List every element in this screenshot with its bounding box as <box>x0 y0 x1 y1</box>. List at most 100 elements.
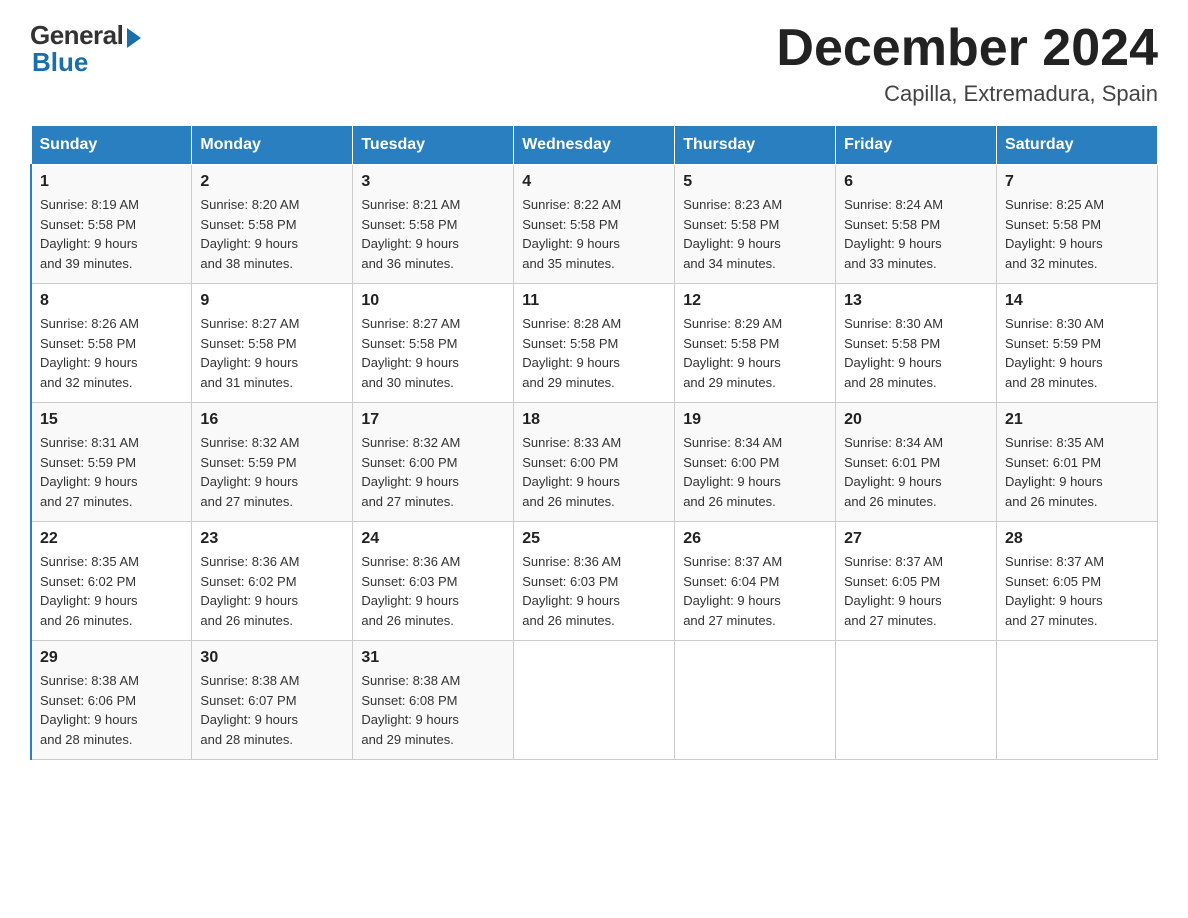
day-number: 19 <box>683 411 827 429</box>
day-number: 23 <box>200 530 344 548</box>
day-number: 29 <box>40 649 183 667</box>
day-number: 24 <box>361 530 505 548</box>
calendar-cell: 15 Sunrise: 8:31 AMSunset: 5:59 PMDayligh… <box>31 403 192 522</box>
logo-triangle-icon <box>127 28 141 48</box>
calendar-cell: 9 Sunrise: 8:27 AMSunset: 5:58 PMDaylight… <box>192 284 353 403</box>
day-info: Sunrise: 8:27 AMSunset: 5:58 PMDaylight:… <box>361 314 505 392</box>
day-info: Sunrise: 8:34 AMSunset: 6:00 PMDaylight:… <box>683 433 827 511</box>
day-number: 7 <box>1005 173 1149 191</box>
day-info: Sunrise: 8:32 AMSunset: 5:59 PMDaylight:… <box>200 433 344 511</box>
day-number: 25 <box>522 530 666 548</box>
day-info: Sunrise: 8:30 AMSunset: 5:58 PMDaylight:… <box>844 314 988 392</box>
month-year-title: December 2024 <box>776 20 1158 77</box>
calendar-cell: 7 Sunrise: 8:25 AMSunset: 5:58 PMDaylight… <box>997 165 1158 284</box>
day-info: Sunrise: 8:24 AMSunset: 5:58 PMDaylight:… <box>844 195 988 273</box>
day-number: 30 <box>200 649 344 667</box>
calendar-cell: 6Sunrise: 8:24 AMSunset: 5:58 PMDaylight… <box>836 165 997 284</box>
logo-blue-text: Blue <box>32 47 88 78</box>
day-number: 5 <box>683 173 827 191</box>
day-number: 3 <box>361 173 505 191</box>
day-info: Sunrise: 8:35 AMSunset: 6:01 PMDaylight:… <box>1005 433 1149 511</box>
calendar-cell <box>514 641 675 760</box>
day-info: Sunrise: 8:31 AMSunset: 5:59 PMDaylight:… <box>40 433 183 511</box>
day-number: 16 <box>200 411 344 429</box>
day-number: 22 <box>40 530 183 548</box>
calendar-cell <box>997 641 1158 760</box>
calendar-cell: 30 Sunrise: 8:38 AMSunset: 6:07 PMDayligh… <box>192 641 353 760</box>
week-row-3: 15 Sunrise: 8:31 AMSunset: 5:59 PMDayligh… <box>31 403 1158 522</box>
day-info: Sunrise: 8:38 AMSunset: 6:07 PMDaylight:… <box>200 671 344 749</box>
calendar-cell: 19 Sunrise: 8:34 AMSunset: 6:00 PMDayligh… <box>675 403 836 522</box>
calendar-cell: 25 Sunrise: 8:36 AMSunset: 6:03 PMDayligh… <box>514 522 675 641</box>
day-info: Sunrise: 8:33 AMSunset: 6:00 PMDaylight:… <box>522 433 666 511</box>
day-info: Sunrise: 8:21 AMSunset: 5:58 PMDaylight:… <box>361 195 505 273</box>
calendar-cell <box>675 641 836 760</box>
day-number: 15 <box>40 411 183 429</box>
calendar-cell: 11 Sunrise: 8:28 AMSunset: 5:58 PMDayligh… <box>514 284 675 403</box>
day-number: 4 <box>522 173 666 191</box>
calendar-cell: 8 Sunrise: 8:26 AMSunset: 5:58 PMDaylight… <box>31 284 192 403</box>
day-number: 26 <box>683 530 827 548</box>
calendar-cell: 29 Sunrise: 8:38 AMSunset: 6:06 PMDayligh… <box>31 641 192 760</box>
calendar-cell: 4 Sunrise: 8:22 AMSunset: 5:58 PMDaylight… <box>514 165 675 284</box>
location-subtitle: Capilla, Extremadura, Spain <box>776 81 1158 107</box>
calendar-cell <box>836 641 997 760</box>
calendar-cell: 13 Sunrise: 8:30 AMSunset: 5:58 PMDayligh… <box>836 284 997 403</box>
day-number: 13 <box>844 292 988 310</box>
day-info: Sunrise: 8:30 AMSunset: 5:59 PMDaylight:… <box>1005 314 1149 392</box>
day-info: Sunrise: 8:38 AMSunset: 6:08 PMDaylight:… <box>361 671 505 749</box>
calendar-table: SundayMondayTuesdayWednesdayThursdayFrid… <box>30 125 1158 760</box>
day-info: Sunrise: 8:27 AMSunset: 5:58 PMDaylight:… <box>200 314 344 392</box>
day-number: 27 <box>844 530 988 548</box>
calendar-cell: 24 Sunrise: 8:36 AMSunset: 6:03 PMDayligh… <box>353 522 514 641</box>
day-info: Sunrise: 8:37 AMSunset: 6:04 PMDaylight:… <box>683 552 827 630</box>
day-number: 10 <box>361 292 505 310</box>
day-number: 20 <box>844 411 988 429</box>
day-info: Sunrise: 8:37 AMSunset: 6:05 PMDaylight:… <box>844 552 988 630</box>
day-number: 14 <box>1005 292 1149 310</box>
day-number: 21 <box>1005 411 1149 429</box>
day-info: Sunrise: 8:36 AMSunset: 6:03 PMDaylight:… <box>522 552 666 630</box>
day-info: Sunrise: 8:25 AMSunset: 5:58 PMDaylight:… <box>1005 195 1149 273</box>
day-info: Sunrise: 8:23 AMSunset: 5:58 PMDaylight:… <box>683 195 827 273</box>
day-info: Sunrise: 8:22 AMSunset: 5:58 PMDaylight:… <box>522 195 666 273</box>
calendar-cell: 1Sunrise: 8:19 AMSunset: 5:58 PMDaylight… <box>31 165 192 284</box>
day-number: 31 <box>361 649 505 667</box>
calendar-cell: 12 Sunrise: 8:29 AMSunset: 5:58 PMDayligh… <box>675 284 836 403</box>
day-number: 12 <box>683 292 827 310</box>
calendar-cell: 14 Sunrise: 8:30 AMSunset: 5:59 PMDayligh… <box>997 284 1158 403</box>
day-info: Sunrise: 8:35 AMSunset: 6:02 PMDaylight:… <box>40 552 183 630</box>
calendar-cell: 17 Sunrise: 8:32 AMSunset: 6:00 PMDayligh… <box>353 403 514 522</box>
calendar-cell: 28Sunrise: 8:37 AMSunset: 6:05 PMDayligh… <box>997 522 1158 641</box>
calendar-cell: 3 Sunrise: 8:21 AMSunset: 5:58 PMDaylight… <box>353 165 514 284</box>
calendar-cell: 26 Sunrise: 8:37 AMSunset: 6:04 PMDayligh… <box>675 522 836 641</box>
day-number: 17 <box>361 411 505 429</box>
day-number: 9 <box>200 292 344 310</box>
day-number: 11 <box>522 292 666 310</box>
day-info: Sunrise: 8:26 AMSunset: 5:58 PMDaylight:… <box>40 314 183 392</box>
day-number: 2 <box>200 173 344 191</box>
calendar-cell: 10 Sunrise: 8:27 AMSunset: 5:58 PMDayligh… <box>353 284 514 403</box>
day-info: Sunrise: 8:29 AMSunset: 5:58 PMDaylight:… <box>683 314 827 392</box>
day-info: Sunrise: 8:28 AMSunset: 5:58 PMDaylight:… <box>522 314 666 392</box>
calendar-cell: 2 Sunrise: 8:20 AMSunset: 5:58 PMDaylight… <box>192 165 353 284</box>
day-info: Sunrise: 8:34 AMSunset: 6:01 PMDaylight:… <box>844 433 988 511</box>
day-info: Sunrise: 8:36 AMSunset: 6:03 PMDaylight:… <box>361 552 505 630</box>
header-wednesday: Wednesday <box>514 126 675 165</box>
day-info: Sunrise: 8:20 AMSunset: 5:58 PMDaylight:… <box>200 195 344 273</box>
header-monday: Monday <box>192 126 353 165</box>
calendar-cell: 5 Sunrise: 8:23 AMSunset: 5:58 PMDaylight… <box>675 165 836 284</box>
calendar-cell: 21 Sunrise: 8:35 AMSunset: 6:01 PMDayligh… <box>997 403 1158 522</box>
calendar-cell: 16 Sunrise: 8:32 AMSunset: 5:59 PMDayligh… <box>192 403 353 522</box>
calendar-header: SundayMondayTuesdayWednesdayThursdayFrid… <box>31 126 1158 165</box>
day-info: Sunrise: 8:38 AMSunset: 6:06 PMDaylight:… <box>40 671 183 749</box>
header-tuesday: Tuesday <box>353 126 514 165</box>
logo: General Blue <box>30 20 141 78</box>
day-info: Sunrise: 8:32 AMSunset: 6:00 PMDaylight:… <box>361 433 505 511</box>
week-row-5: 29 Sunrise: 8:38 AMSunset: 6:06 PMDayligh… <box>31 641 1158 760</box>
title-block: December 2024 Capilla, Extremadura, Spai… <box>776 20 1158 107</box>
day-info: Sunrise: 8:37 AMSunset: 6:05 PMDaylight:… <box>1005 552 1149 630</box>
calendar-body: 1Sunrise: 8:19 AMSunset: 5:58 PMDaylight… <box>31 165 1158 760</box>
day-number: 8 <box>40 292 183 310</box>
calendar-cell: 23Sunrise: 8:36 AMSunset: 6:02 PMDayligh… <box>192 522 353 641</box>
